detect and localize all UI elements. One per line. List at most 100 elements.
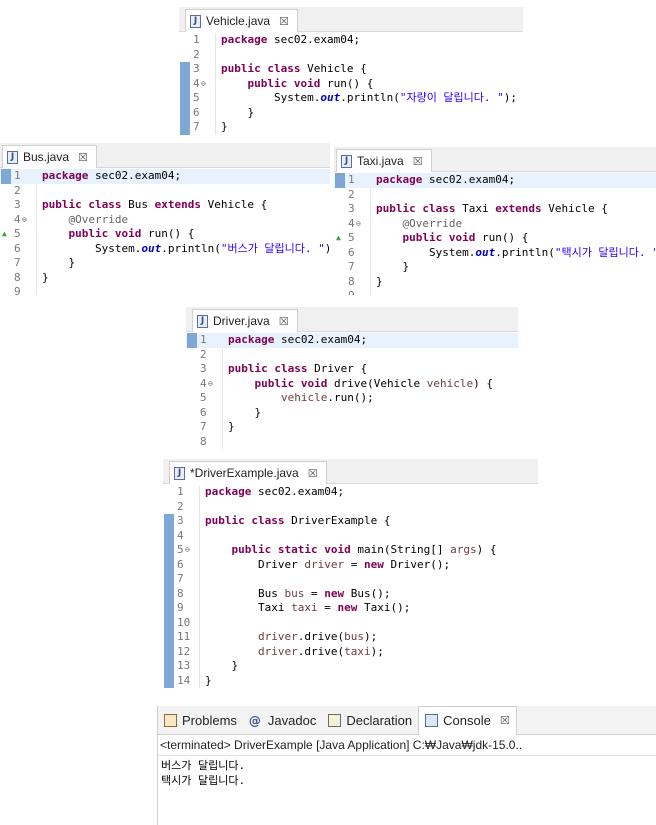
line-number: 9 (14, 285, 21, 295)
line-number: 2 (14, 183, 21, 197)
code-line[interactable]: 5 ▲ public void run() { (0, 227, 330, 242)
close-tab-icon[interactable]: ☒ (78, 151, 88, 164)
code-line[interactable]: 2 (186, 348, 518, 363)
tab-taxi-java[interactable]: J Taxi.java ☒ (336, 149, 432, 172)
code-text: } (221, 105, 255, 119)
code-line[interactable]: 12 driver.drive(taxi); (163, 645, 538, 660)
console-output-line: 택시가 달립니다. (161, 774, 246, 787)
code-line[interactable]: 5 System.out.println("자량이 달립니다. "); (179, 91, 523, 106)
code-area[interactable]: 1 package sec02.exam04; 2 3 public class Bus… (0, 169, 330, 295)
code-line[interactable]: 2 (334, 188, 656, 203)
code-area[interactable]: 1 package sec02.exam04; 2 3 public class Tax… (334, 173, 656, 295)
code-line[interactable]: 5 ⊖ public static void main(String[] args… (163, 543, 538, 558)
close-tab-icon[interactable]: ☒ (413, 155, 423, 168)
code-area[interactable]: 1 package sec02.exam04; 2 3 public class Dri… (186, 333, 518, 449)
code-line[interactable]: 1 package sec02.exam04; (186, 333, 518, 348)
code-line[interactable]: 5 ▲ public void run() { (334, 231, 656, 246)
code-line[interactable]: 1 package sec02.exam04; (163, 485, 538, 500)
tab-declaration[interactable]: Declaration (322, 706, 418, 734)
code-line[interactable]: 6 } (186, 406, 518, 421)
code-line[interactable]: 3 public class DriverExample { (163, 514, 538, 529)
fold-toggle-icon[interactable]: ⊖ (356, 217, 361, 232)
editor-taxi: J Taxi.java ☒ 1 package sec02.exam04; 2 3 pu… (334, 147, 656, 295)
fold-toggle-icon[interactable]: ⊖ (22, 213, 27, 228)
code-line[interactable]: 4 (163, 529, 538, 544)
declaration-icon (328, 713, 342, 727)
code-line[interactable]: 2 (163, 500, 538, 515)
close-tab-icon[interactable]: ☒ (279, 315, 289, 328)
tab-problems[interactable]: Problems (158, 706, 243, 734)
code-line[interactable]: 7 (163, 572, 538, 587)
line-number: 6 (14, 241, 21, 255)
code-text: Driver driver = new Driver(); (205, 557, 451, 571)
code-area[interactable]: 1 package sec02.exam04; 2 3 public class Dri… (163, 485, 538, 688)
view-tabbar: Problems @ Javadoc Declaration Console ☒ (158, 705, 656, 735)
code-line[interactable]: 8 Bus bus = new Bus(); (163, 587, 538, 602)
tab-console[interactable]: Console ☒ (418, 705, 517, 735)
code-line[interactable]: 6 } (179, 106, 523, 121)
code-text: } (221, 120, 228, 133)
code-area[interactable]: 1 package sec02.exam04; 2 3 public class Veh… (179, 33, 523, 135)
tab-javadoc[interactable]: @ Javadoc (243, 706, 322, 734)
code-line[interactable]: 5 vehicle.run(); (186, 391, 518, 406)
tab-vehicle-java[interactable]: J Vehicle.java ☒ (185, 9, 298, 32)
code-text: } (42, 256, 76, 269)
code-line[interactable]: 1 package sec02.exam04; (334, 173, 656, 188)
code-line[interactable]: 9 (334, 289, 656, 295)
line-number: 7 (193, 120, 200, 133)
fold-toggle-icon[interactable]: ⊖ (208, 377, 213, 392)
code-line[interactable]: 14} (163, 674, 538, 689)
tab-label: Javadoc (267, 712, 317, 728)
code-line[interactable]: 3 public class Bus extends Vehicle { (0, 198, 330, 213)
javadoc-icon: @ (248, 713, 261, 728)
close-tab-icon[interactable]: ☒ (279, 15, 289, 28)
code-text: } (205, 659, 239, 672)
code-line[interactable]: 1 package sec02.exam04; (179, 33, 523, 48)
code-line[interactable]: 6 System.out.println("버스가 달립니다. "); (0, 242, 330, 257)
close-tab-icon[interactable]: ☒ (500, 714, 510, 727)
line-number: 7 (348, 260, 355, 273)
code-text: public class Bus extends Vehicle { (42, 198, 268, 211)
code-text: Bus bus = new Bus(); (205, 586, 391, 600)
code-line[interactable]: 11 driver.drive(bus); (163, 630, 538, 645)
code-line[interactable]: 8} (0, 271, 330, 286)
code-text: @Override (68, 212, 129, 226)
code-line[interactable]: 9 (0, 285, 330, 295)
code-line[interactable]: 6 System.out.println("택시가 달립니다. "); (334, 246, 656, 261)
code-line[interactable]: 2 (179, 48, 523, 63)
code-line[interactable]: 7} (186, 420, 518, 435)
code-line[interactable]: 3 public class Vehicle { (179, 62, 523, 77)
tab-driver-example-java[interactable]: J *DriverExample.java ☒ (169, 461, 327, 484)
code-line[interactable]: 4 ⊖ public void drive(Vehicle vehicle) { (186, 377, 518, 392)
code-line[interactable]: 8} (334, 275, 656, 290)
line-number: 8 (348, 274, 355, 288)
line-number: 3 (348, 202, 355, 215)
code-line[interactable]: 7 } (0, 256, 330, 271)
code-line[interactable]: 3 public class Taxi extends Vehicle { (334, 202, 656, 217)
code-line[interactable]: 7 } (334, 260, 656, 275)
override-marker-icon[interactable]: ▲ (2, 227, 7, 242)
code-line[interactable]: 7} (179, 120, 523, 135)
code-line[interactable]: 3 public class Driver { (186, 362, 518, 377)
fold-toggle-icon[interactable]: ⊖ (185, 543, 190, 558)
code-line[interactable]: 4 ⊖ @Override (0, 213, 330, 228)
code-line[interactable]: 4 ⊖ public void run() { (179, 77, 523, 92)
code-line[interactable]: 2 (0, 184, 330, 199)
tab-driver-java[interactable]: J Driver.java ☒ (192, 309, 298, 332)
editor-bus: J Bus.java ☒ 1 package sec02.exam04; 2 3 pub… (0, 143, 330, 295)
code-line[interactable]: 8 (186, 435, 518, 450)
console-output[interactable]: 버스가 달립니다. 택시가 달립니다. (158, 756, 656, 790)
code-line[interactable]: 9 Taxi taxi = new Taxi(); (163, 601, 538, 616)
close-tab-icon[interactable]: ☒ (308, 467, 318, 480)
code-text: package sec02.exam04; (42, 169, 182, 182)
tab-bus-java[interactable]: J Bus.java ☒ (2, 145, 97, 168)
override-marker-icon[interactable]: ▲ (336, 231, 341, 246)
line-number: 6 (193, 105, 200, 119)
code-line[interactable]: 13 } (163, 659, 538, 674)
code-text: public class Vehicle { (221, 62, 367, 75)
fold-toggle-icon[interactable]: ⊖ (201, 77, 206, 92)
code-line[interactable]: 6 Driver driver = new Driver(); (163, 558, 538, 573)
code-line[interactable]: 4 ⊖ @Override (334, 217, 656, 232)
code-line[interactable]: 10 (163, 616, 538, 631)
code-line[interactable]: 1 package sec02.exam04; (0, 169, 330, 184)
